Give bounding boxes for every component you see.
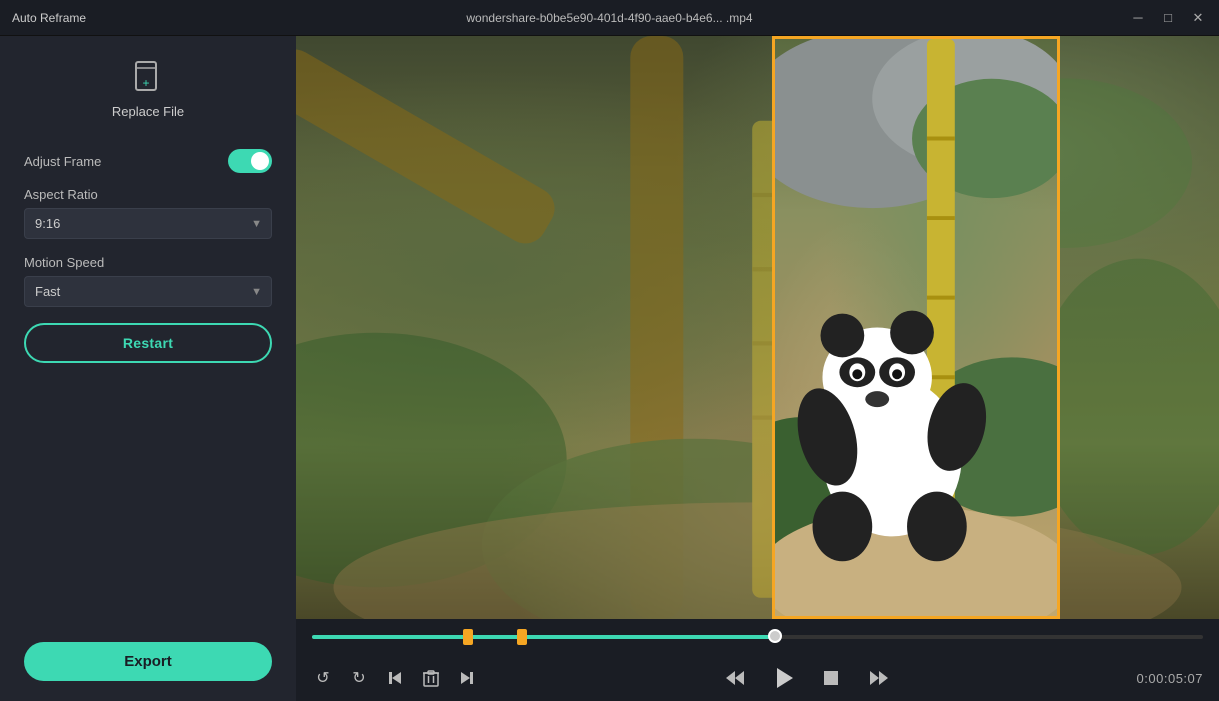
center-controls [478,663,1137,693]
timeline-marker-out[interactable] [517,629,527,645]
playback-controls: ↺ ↻ [296,655,1219,701]
motion-speed-select[interactable]: Slow Normal Fast [24,276,272,307]
minimize-button[interactable]: ─ [1129,10,1147,26]
timeline[interactable] [296,619,1219,655]
video-viewport [296,36,1219,619]
controls-bar: ↺ ↻ [296,619,1219,701]
adjust-frame-row: Adjust Frame [24,149,272,173]
toggle-thumb [251,152,269,170]
aspect-ratio-select[interactable]: 9:16 1:1 16:9 4:3 3:4 [24,208,272,239]
undo-button[interactable]: ↺ [312,667,334,689]
next-clip-button[interactable] [456,667,478,689]
play-button[interactable] [768,663,798,693]
prev-clip-icon [386,669,404,687]
step-forward-icon [868,667,890,689]
video-area: ↺ ↻ [296,36,1219,701]
play-icon [770,665,796,691]
timeline-progress [312,635,775,639]
scene-overlay [296,36,1219,619]
svg-text:+: + [142,76,149,90]
restart-button[interactable]: Restart [24,323,272,363]
motion-speed-label: Motion Speed [24,255,272,270]
panda-scene-svg [775,39,1057,616]
timecode-display: 0:00:05:07 [1137,671,1203,686]
close-button[interactable]: ✕ [1189,10,1207,26]
crop-inner-scene [775,39,1057,616]
file-title: wondershare-b0be5e90-401d-4f90-aae0-b4e6… [92,11,1127,25]
video-background [296,36,1219,619]
replace-file-icon: + [128,56,168,96]
titlebar: Auto Reframe wondershare-b0be5e90-401d-4… [0,0,1219,36]
aspect-ratio-label: Aspect Ratio [24,187,272,202]
next-clip-icon [458,669,476,687]
sidebar: + Replace File Adjust Frame Aspect Ratio… [0,36,296,701]
motion-speed-select-wrapper: Slow Normal Fast ▼ [24,276,272,307]
main-content: + Replace File Adjust Frame Aspect Ratio… [0,36,1219,701]
settings-section: Adjust Frame Aspect Ratio 9:16 1:1 16:9 … [24,149,272,375]
crop-frame [772,36,1060,619]
aspect-ratio-select-wrapper: 9:16 1:1 16:9 4:3 3:4 ▼ [24,208,272,239]
replace-file-button[interactable]: + Replace File [112,56,184,119]
redo-button[interactable]: ↻ [348,667,370,689]
left-controls: ↺ ↻ [312,667,478,689]
adjust-frame-toggle[interactable] [228,149,272,173]
motion-speed-field: Motion Speed Slow Normal Fast ▼ [24,255,272,307]
delete-icon [423,669,439,687]
stop-button[interactable] [816,663,846,693]
prev-clip-button[interactable] [384,667,406,689]
export-button[interactable]: Export [24,642,272,681]
step-back-button[interactable] [720,663,750,693]
delete-clip-button[interactable] [420,667,442,689]
timeline-marker-in[interactable] [463,629,473,645]
timeline-track[interactable] [312,635,1203,639]
stop-icon [820,667,842,689]
aspect-ratio-field: Aspect Ratio 9:16 1:1 16:9 4:3 3:4 ▼ [24,187,272,239]
window-controls: ─ □ ✕ [1127,10,1207,26]
timeline-thumb[interactable] [768,629,782,643]
maximize-button[interactable]: □ [1159,10,1177,26]
app-name: Auto Reframe [12,11,92,25]
replace-file-label: Replace File [112,104,184,119]
step-forward-button[interactable] [864,663,894,693]
adjust-frame-label: Adjust Frame [24,154,101,169]
step-back-icon [724,667,746,689]
